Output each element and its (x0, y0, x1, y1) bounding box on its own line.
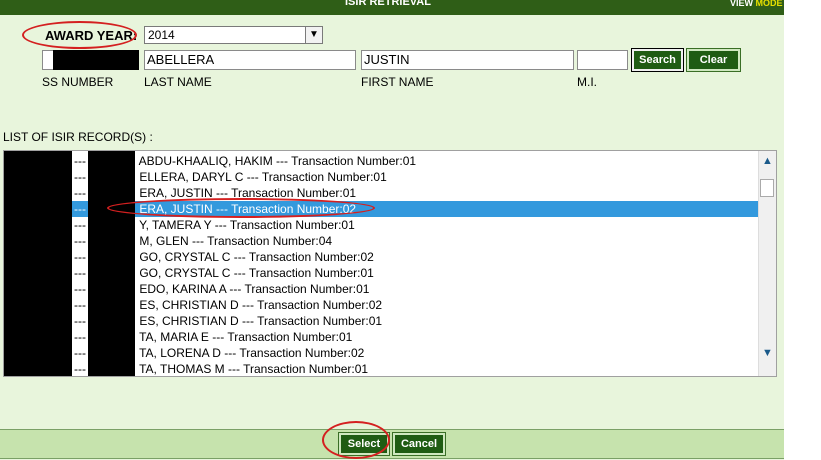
scrollbar-thumb[interactable] (760, 179, 774, 197)
chevron-down-icon[interactable]: ▼ (305, 27, 322, 43)
award-year-value: 2014 (148, 28, 175, 42)
title-bar: ISIR RETRIEVAL VIEW MODE (0, 0, 784, 15)
middle-initial-field[interactable] (577, 50, 628, 70)
select-button[interactable]: Select (338, 432, 390, 456)
ss-number-caption: SS NUMBER (42, 75, 114, 89)
award-year-select[interactable]: 2014 ▼ (144, 26, 323, 44)
last-name-field[interactable]: ABELLERA (144, 50, 356, 70)
middle-initial-caption: M.I. (577, 75, 597, 89)
redaction-block (4, 151, 72, 376)
ss-number-field[interactable] (42, 50, 139, 70)
search-button[interactable]: Search (631, 48, 684, 72)
redaction-block (88, 151, 135, 376)
isir-list-label: LIST OF ISIR RECORD(S) : (3, 130, 153, 144)
footer-bar (0, 429, 784, 459)
cancel-button[interactable]: Cancel (392, 432, 446, 456)
list-scrollbar[interactable]: ▲ ▼ (758, 151, 776, 376)
isir-record-list[interactable]: --- ABDU-KHAALIQ, HAKIM --- Transaction … (3, 150, 777, 377)
first-name-caption: FIRST NAME (361, 75, 434, 89)
redaction-block (53, 50, 139, 70)
last-name-caption: LAST NAME (144, 75, 212, 89)
first-name-field[interactable]: JUSTIN (361, 50, 574, 70)
chevron-down-icon[interactable]: ▼ (759, 345, 776, 362)
award-year-label: AWARD YEAR: (45, 28, 138, 43)
chevron-up-icon[interactable]: ▲ (759, 153, 776, 170)
clear-button[interactable]: Clear (686, 48, 741, 72)
view-mode-link[interactable]: VIEW MODE (730, 0, 783, 8)
page-title: ISIR RETRIEVAL (345, 0, 431, 8)
